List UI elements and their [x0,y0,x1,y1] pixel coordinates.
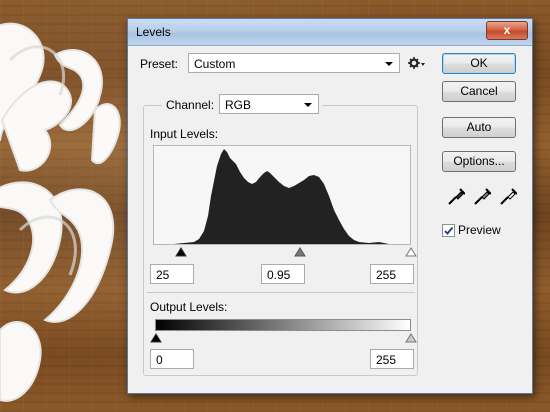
input-white-slider[interactable] [405,247,417,257]
output-levels-label: Output Levels: [150,300,228,314]
gray-point-eyedropper-icon[interactable] [473,186,491,206]
output-black-slider[interactable] [150,333,162,343]
black-point-eyedropper-icon[interactable] [447,186,465,206]
checkmark-icon [444,226,454,235]
auto-button[interactable]: Auto [442,117,516,138]
histogram-graph [154,149,410,244]
input-white-value: 255 [376,268,397,282]
section-divider [147,292,415,293]
output-white-value: 255 [376,353,397,367]
channel-label: Channel: [166,98,215,112]
close-icon: x [503,23,511,37]
preset-select[interactable]: Custom [188,53,400,73]
output-gradient-bar [155,319,411,331]
input-black-value: 25 [156,268,170,282]
preview-label: Preview [458,223,501,237]
preset-options-gear-icon[interactable] [408,56,426,70]
output-white-slider[interactable] [405,333,417,343]
close-button[interactable]: x [486,21,528,40]
output-white-field[interactable]: 255 [370,349,414,369]
chevron-down-icon [385,62,393,66]
options-button[interactable]: Options... [442,151,516,172]
input-gamma-slider[interactable] [294,247,306,257]
input-black-slider[interactable] [175,247,187,257]
input-black-field[interactable]: 25 [150,264,194,284]
channel-select[interactable]: RGB [219,94,319,114]
ok-button[interactable]: OK [442,53,516,74]
input-white-field[interactable]: 255 [370,264,414,284]
output-black-field[interactable]: 0 [150,349,194,369]
channel-value: RGB [225,98,252,112]
input-levels-label: Input Levels: [150,127,219,141]
title-bar[interactable]: Levels x [128,19,532,46]
cancel-button[interactable]: Cancel [442,81,516,102]
output-black-value: 0 [156,353,163,367]
window-title: Levels [136,25,171,39]
preset-label: Preset: [140,57,179,71]
input-gamma-field[interactable]: 0.95 [261,264,305,284]
preset-value: Custom [194,57,236,71]
chevron-down-icon [304,103,312,107]
input-gamma-value: 0.95 [267,268,291,282]
histogram [153,145,411,245]
white-point-eyedropper-icon[interactable] [499,186,517,206]
preview-checkbox[interactable] [442,224,455,237]
